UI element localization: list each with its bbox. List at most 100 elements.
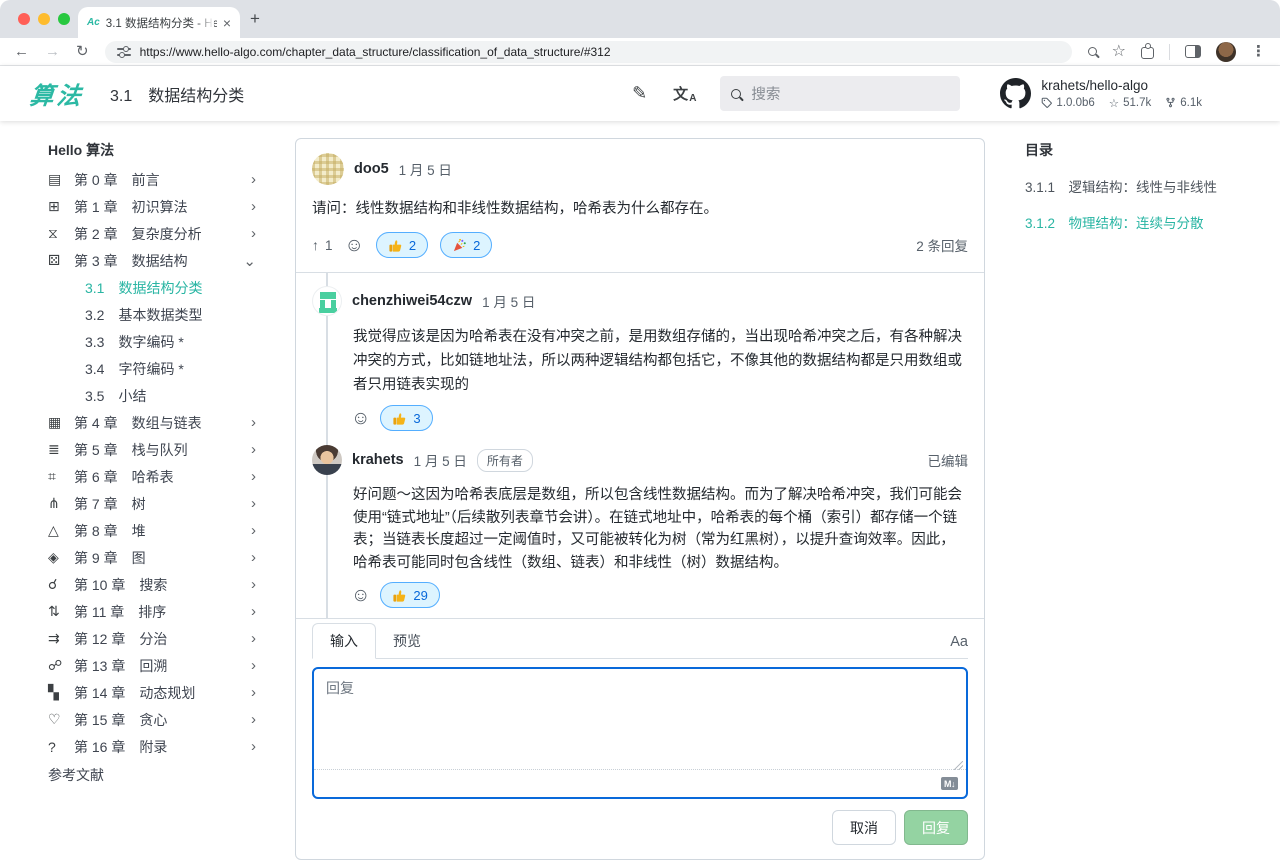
resize-handle[interactable] xyxy=(954,761,963,770)
sidebar-site-title[interactable]: Hello 算法 xyxy=(48,136,262,163)
browser-tab[interactable]: Ac 3.1 数据结构分类 - Hello 算法 × xyxy=(78,7,240,38)
chevron-right-icon[interactable]: › xyxy=(251,576,262,593)
tab-write[interactable]: 输入 xyxy=(312,623,376,659)
sidebar-item-ch8[interactable]: △第 8 章 堆› xyxy=(48,517,262,544)
cancel-button[interactable]: 取消 xyxy=(832,810,896,845)
bookmark-star-icon[interactable]: ☆ xyxy=(1112,44,1126,60)
search-input[interactable]: 搜索 xyxy=(720,76,960,111)
back-button[interactable]: ← xyxy=(14,44,29,59)
sidebar-item-3-2[interactable]: 3.2 基本数据类型 xyxy=(48,301,262,328)
forward-button[interactable]: → xyxy=(45,44,60,59)
extensions-icon[interactable] xyxy=(1141,47,1154,59)
sidebar-item-ch4[interactable]: ▦第 4 章 数组与链表› xyxy=(48,409,262,436)
comment-date[interactable]: 1 月 5 日 xyxy=(399,159,452,179)
sidebar-item-ch0[interactable]: ▤第 0 章 前言› xyxy=(48,166,262,193)
add-reaction-button[interactable]: ☺ xyxy=(351,586,370,605)
party-popper-icon xyxy=(452,238,467,253)
toc-item-312[interactable]: 3.1.2 物理结构：连续与分散 xyxy=(1025,212,1265,232)
chevron-right-icon[interactable]: › xyxy=(251,738,262,755)
zoom-icon[interactable] xyxy=(1088,47,1097,56)
sidebar-item-3-5[interactable]: 3.5 小结 xyxy=(48,382,262,409)
page-title: 3.1 数据结构分类 xyxy=(110,82,244,106)
address-bar[interactable]: https://www.hello-algo.com/chapter_data_… xyxy=(105,41,1072,63)
sidebar-item-3-3[interactable]: 3.3 数字编码 * xyxy=(48,328,262,355)
tab-strip: Ac 3.1 数据结构分类 - Hello 算法 × + xyxy=(0,0,1280,38)
avatar[interactable] xyxy=(312,286,342,316)
avatar[interactable] xyxy=(312,153,344,185)
new-tab-button[interactable]: + xyxy=(250,9,260,29)
sidebar-item-ch3[interactable]: ⚄第 3 章 数据结构⌄ xyxy=(48,247,262,274)
chevron-down-icon[interactable]: ⌄ xyxy=(243,252,262,270)
chevron-right-icon[interactable]: › xyxy=(251,441,262,458)
chevron-right-icon[interactable]: › xyxy=(251,630,262,647)
sidebar-item-ch13[interactable]: ☍第 13 章 回溯› xyxy=(48,652,262,679)
add-reaction-button[interactable]: ☺ xyxy=(345,236,364,255)
reaction-thumbs-up[interactable]: 2 xyxy=(376,232,428,258)
chevron-right-icon[interactable]: › xyxy=(251,549,262,566)
reply-date[interactable]: 1 月 5 日 xyxy=(414,450,467,470)
text-format-icon[interactable]: Aa xyxy=(950,634,968,658)
editor-tabs: 输入 预览 Aa xyxy=(312,627,968,659)
reaction-party[interactable]: 2 xyxy=(440,232,492,258)
grid-icon: ▦ xyxy=(48,414,74,431)
close-tab-icon[interactable]: × xyxy=(223,16,231,30)
markdown-icon[interactable]: M↓ xyxy=(941,777,958,790)
chevron-right-icon[interactable]: › xyxy=(251,522,262,539)
site-logo[interactable]: 算法 xyxy=(28,76,86,111)
reload-button[interactable]: ↻ xyxy=(76,44,89,59)
tab-preview[interactable]: 预览 xyxy=(376,624,438,658)
chevron-right-icon[interactable]: › xyxy=(251,468,262,485)
sidebar-item-ch16[interactable]: ?第 16 章 附录› xyxy=(48,733,262,760)
sidebar-item-ch2[interactable]: ⧖第 2 章 复杂度分析› xyxy=(48,220,262,247)
add-reaction-button[interactable]: ☺ xyxy=(351,409,370,428)
reply-date[interactable]: 1 月 5 日 xyxy=(482,291,535,311)
chevron-right-icon[interactable]: › xyxy=(251,198,262,215)
side-panel-icon[interactable] xyxy=(1185,45,1201,58)
sidebar-item-3-1[interactable]: 3.1 数据结构分类 xyxy=(48,274,262,301)
sidebar-item-ch9[interactable]: ◈第 9 章 图› xyxy=(48,544,262,571)
sidebar-item-ch5[interactable]: ≣第 5 章 栈与队列› xyxy=(48,436,262,463)
submit-reply-button[interactable]: 回复 xyxy=(904,810,968,845)
chevron-right-icon[interactable]: › xyxy=(251,657,262,674)
chevron-right-icon[interactable]: › xyxy=(251,684,262,701)
reply-author[interactable]: chenzhiwei54czw xyxy=(352,293,472,309)
chevron-right-icon[interactable]: › xyxy=(251,495,262,512)
profile-avatar[interactable] xyxy=(1216,42,1236,62)
sidebar-item-ch12[interactable]: ⇉第 12 章 分治› xyxy=(48,625,262,652)
menu-kebab-icon[interactable]: ⋮ xyxy=(1251,44,1266,59)
reaction-thumbs-up[interactable]: 3 xyxy=(380,405,432,431)
github-repo-link[interactable]: krahets/hello-algo 1.0.0b6 ☆ 51.7k 6.1k xyxy=(1000,78,1202,110)
chevron-right-icon[interactable]: › xyxy=(251,414,262,431)
sidebar-item-references[interactable]: 参考文献 xyxy=(48,761,262,788)
theme-brush-icon[interactable]: ✎ xyxy=(632,83,647,104)
chevron-right-icon[interactable]: › xyxy=(251,711,262,728)
sidebar-item-ch14[interactable]: ▚第 14 章 动态规划› xyxy=(48,679,262,706)
owner-badge: 所有者 xyxy=(477,449,533,472)
sidebar-item-ch11[interactable]: ⇅第 11 章 排序› xyxy=(48,598,262,625)
sidebar-item-ch1[interactable]: ⊞第 1 章 初识算法› xyxy=(48,193,262,220)
reply-item: chenzhiwei54czw 1 月 5 日 我觉得应该是因为哈希表在没有冲突… xyxy=(312,286,968,431)
chevron-right-icon[interactable]: › xyxy=(251,225,262,242)
toc-item-311[interactable]: 3.1.1 逻辑结构：线性与非线性 xyxy=(1025,176,1265,196)
url-text[interactable]: https://www.hello-algo.com/chapter_data_… xyxy=(140,45,611,59)
reply-textarea[interactable] xyxy=(314,669,966,769)
reaction-thumbs-up[interactable]: 29 xyxy=(380,582,439,608)
language-icon[interactable]: 文 A xyxy=(673,83,696,104)
sidebar-item-ch10[interactable]: ☌第 10 章 搜索› xyxy=(48,571,262,598)
sidebar-item-ch6[interactable]: ⌗第 6 章 哈希表› xyxy=(48,463,262,490)
minimize-window-button[interactable] xyxy=(38,13,50,25)
reply-author[interactable]: krahets xyxy=(352,452,404,468)
upvote-arrow-icon: ↑ xyxy=(312,237,319,253)
site-settings-icon[interactable] xyxy=(117,46,131,58)
chevron-right-icon[interactable]: › xyxy=(251,603,262,620)
close-window-button[interactable] xyxy=(18,13,30,25)
maximize-window-button[interactable] xyxy=(58,13,70,25)
divide-icon: ⇉ xyxy=(48,630,74,647)
avatar[interactable] xyxy=(312,445,342,475)
sidebar-item-ch7[interactable]: ⋔第 7 章 树› xyxy=(48,490,262,517)
comment-author[interactable]: doo5 xyxy=(354,161,389,177)
chevron-right-icon[interactable]: › xyxy=(251,171,262,188)
upvote-button[interactable]: ↑ 1 xyxy=(312,237,333,253)
sidebar-item-3-4[interactable]: 3.4 字符编码 * xyxy=(48,355,262,382)
sidebar-item-ch15[interactable]: ♡第 15 章 贪心› xyxy=(48,706,262,733)
